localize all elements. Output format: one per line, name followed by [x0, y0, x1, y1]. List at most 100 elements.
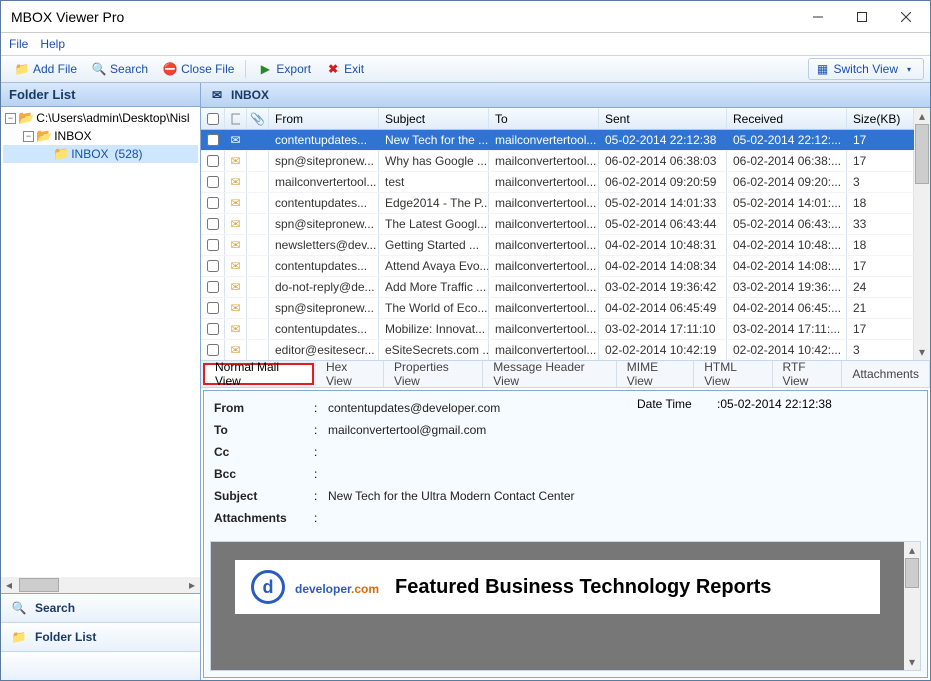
row-spacer	[247, 193, 269, 213]
exit-label: Exit	[344, 62, 364, 76]
mail-grid: 📎 From Subject To Sent Received Size(KB)…	[201, 108, 914, 360]
view-tabs: Normal Mail View Hex View Properties Vie…	[201, 360, 930, 388]
row-from: do-not-reply@de...	[269, 277, 379, 297]
row-spacer	[247, 151, 269, 171]
row-checkbox[interactable]	[201, 256, 225, 276]
mail-row[interactable]: ✉spn@sitepronew...The Latest Googl...mai…	[201, 214, 914, 235]
mail-row[interactable]: ✉editor@esitesecr...eSiteSecrets.com ...…	[201, 340, 914, 360]
mail-row[interactable]: ✉spn@sitepronew...Why has Google ...mail…	[201, 151, 914, 172]
header-subject[interactable]: Subject	[379, 108, 489, 129]
mail-row[interactable]: ✉contentupdates...Mobilize: Innovat...ma…	[201, 319, 914, 340]
header-attachment-icon[interactable]: 📎	[247, 108, 269, 129]
switch-view-button[interactable]: ▦ Switch View ▾	[808, 58, 924, 80]
exit-button[interactable]: ✖ Exit	[318, 58, 371, 80]
row-checkbox[interactable]	[201, 277, 225, 297]
row-checkbox[interactable]	[201, 298, 225, 318]
mail-meta: From : contentupdates@developer.com Date…	[204, 391, 927, 535]
mail-row[interactable]: ✉newsletters@dev...Getting Started ...ma…	[201, 235, 914, 256]
mail-row[interactable]: ✉contentupdates...New Tech for the ...ma…	[201, 130, 914, 151]
mail-row[interactable]: ✉contentupdates...Edge2014 - The P...mai…	[201, 193, 914, 214]
envelope-icon: ✉	[230, 259, 240, 273]
row-checkbox[interactable]	[201, 151, 225, 171]
search-label: Search	[110, 62, 148, 76]
row-checkbox[interactable]	[201, 172, 225, 192]
row-checkbox[interactable]	[201, 235, 225, 255]
close-button[interactable]	[884, 3, 928, 31]
mail-row[interactable]: ✉contentupdates...Attend Avaya Evo...mai…	[201, 256, 914, 277]
collapse-icon[interactable]: −	[5, 113, 16, 124]
row-checkbox[interactable]	[201, 319, 225, 339]
tab-attachments[interactable]: Attachments	[842, 361, 930, 387]
folder-open-icon: 📂	[36, 128, 52, 144]
header-sent[interactable]: Sent	[599, 108, 727, 129]
header-checkbox[interactable]	[201, 108, 225, 129]
row-size: 18	[847, 235, 914, 255]
banner-brand-text: developer	[295, 582, 351, 596]
menu-file[interactable]: File	[9, 37, 28, 51]
tab-mime-view[interactable]: MIME View	[617, 361, 694, 387]
row-to: mailconvertertool...	[489, 172, 599, 192]
row-checkbox[interactable]	[201, 193, 225, 213]
tree-inbox[interactable]: − 📂 INBOX	[3, 127, 198, 145]
row-checkbox[interactable]	[201, 130, 225, 150]
header-to[interactable]: To	[489, 108, 599, 129]
meta-attachments-value	[328, 511, 917, 525]
mail-row[interactable]: ✉do-not-reply@de...Add More Traffic ...m…	[201, 277, 914, 298]
maximize-button[interactable]	[840, 3, 884, 31]
folder-tree[interactable]: − 📂 C:\Users\admin\Desktop\Nisl − 📂 INBO…	[1, 107, 200, 593]
body-v-scrollbar[interactable]: ▴ ▾	[904, 542, 920, 670]
header-size[interactable]: Size(KB)	[847, 108, 914, 129]
scroll-thumb[interactable]	[19, 578, 59, 592]
row-checkbox[interactable]	[201, 214, 225, 234]
collapse-icon[interactable]: −	[23, 131, 34, 142]
tab-message-header-view[interactable]: Message Header View	[483, 361, 617, 387]
row-checkbox[interactable]	[201, 340, 225, 360]
grid-v-scrollbar[interactable]: ▴ ▾	[914, 108, 930, 360]
nav-folder-list-button[interactable]: 📁 Folder List	[1, 623, 200, 652]
scroll-down-icon[interactable]: ▾	[904, 654, 920, 670]
mail-status-icon: ✉	[225, 277, 247, 297]
menu-help[interactable]: Help	[40, 37, 65, 51]
paperclip-icon: 📎	[250, 112, 265, 126]
row-sent: 05-02-2014 06:43:44	[599, 214, 727, 234]
envelope-icon: ✉	[230, 238, 240, 252]
row-to: mailconvertertool...	[489, 256, 599, 276]
minimize-button[interactable]	[796, 3, 840, 31]
mail-row[interactable]: ✉spn@sitepronew...The World of Eco...mai…	[201, 298, 914, 319]
row-received: 05-02-2014 22:12:...	[727, 130, 847, 150]
search-button[interactable]: 🔍 Search	[84, 58, 155, 80]
mail-banner: d developer.com Featured Business Techno…	[235, 560, 880, 614]
scroll-up-icon[interactable]: ▴	[904, 542, 920, 558]
row-received: 05-02-2014 06:43:...	[727, 214, 847, 234]
scroll-down-icon[interactable]: ▾	[914, 344, 930, 360]
tab-normal-mail-view[interactable]: Normal Mail View	[203, 363, 314, 385]
close-file-button[interactable]: ⛔ Close File	[155, 58, 241, 80]
inbox-header: ✉ INBOX	[201, 83, 930, 108]
tree-root[interactable]: − 📂 C:\Users\admin\Desktop\Nisl	[3, 109, 198, 127]
tab-properties-view[interactable]: Properties View	[384, 361, 483, 387]
grid-body: ✉contentupdates...New Tech for the ...ma…	[201, 130, 914, 360]
header-received[interactable]: Received	[727, 108, 847, 129]
row-to: mailconvertertool...	[489, 340, 599, 360]
add-file-button[interactable]: 📁 Add File	[7, 58, 84, 80]
scroll-thumb[interactable]	[915, 124, 929, 184]
tree-inbox-child[interactable]: 📁 INBOX (528)	[3, 145, 198, 163]
switch-view-label: Switch View	[834, 62, 898, 76]
export-button[interactable]: ▶ Export	[250, 58, 318, 80]
scroll-thumb[interactable]	[905, 558, 919, 588]
tab-hex-view[interactable]: Hex View	[316, 361, 384, 387]
header-from[interactable]: From	[269, 108, 379, 129]
scroll-right-icon[interactable]: ▸	[184, 577, 200, 593]
tab-html-view[interactable]: HTML View	[694, 361, 772, 387]
mail-status-icon: ✉	[225, 172, 247, 192]
mail-row[interactable]: ✉mailconvertertool...testmailconverterto…	[201, 172, 914, 193]
scroll-up-icon[interactable]: ▴	[914, 108, 930, 124]
meta-to-value: mailconvertertool@gmail.com	[328, 423, 917, 437]
mail-status-icon: ✉	[225, 193, 247, 213]
header-read-icon[interactable]	[225, 108, 247, 129]
scroll-left-icon[interactable]: ◂	[1, 577, 17, 593]
nav-search-button[interactable]: 🔍 Search	[1, 594, 200, 623]
tree-h-scrollbar[interactable]: ◂ ▸	[1, 577, 200, 593]
tab-rtf-view[interactable]: RTF View	[773, 361, 843, 387]
row-subject: Add More Traffic ...	[379, 277, 489, 297]
